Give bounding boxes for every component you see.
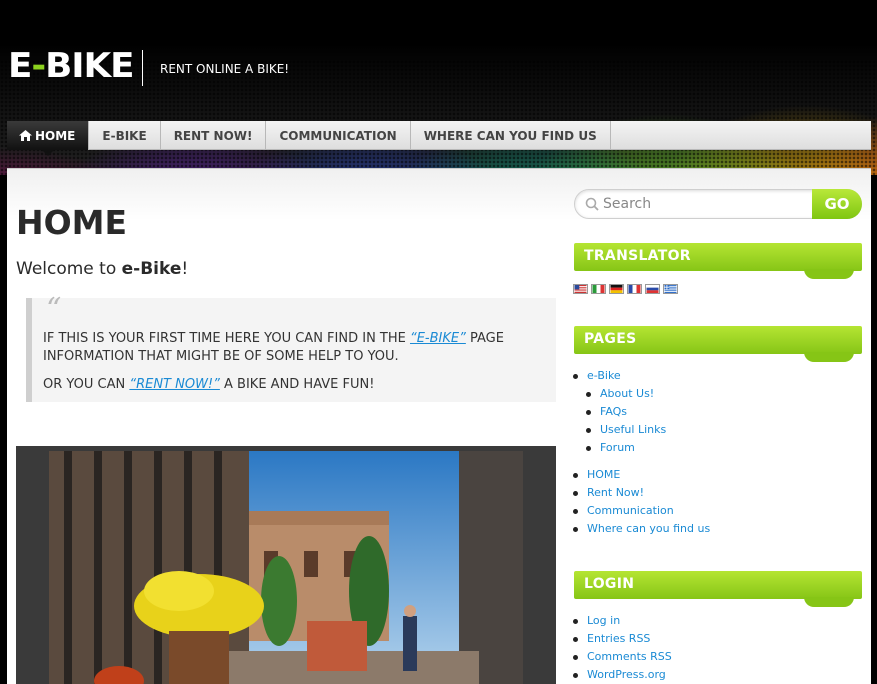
flag-german-icon[interactable] [609, 284, 624, 294]
pages-link-home[interactable]: HOME [587, 468, 620, 481]
login-links-list: Log in Entries RSS Comments RSS WordPres… [573, 612, 672, 684]
flag-italian-icon[interactable] [591, 284, 606, 294]
widget-title-tab [804, 352, 854, 362]
nav-item-home[interactable]: HOME [7, 121, 90, 156]
list-item[interactable]: HOME [573, 466, 710, 484]
list-item[interactable]: e-Bike [573, 367, 710, 385]
list-item[interactable]: FAQs [573, 403, 710, 421]
page-title: HOME [16, 203, 128, 242]
login-link[interactable]: Log in [587, 614, 620, 627]
pages-link-forum[interactable]: Forum [600, 441, 635, 454]
pages-link-useful[interactable]: Useful Links [600, 423, 666, 436]
rent-now-link[interactable]: “RENT NOW!” [129, 377, 220, 392]
quote-paragraph-1: IF THIS IS YOUR FIRST TIME HERE YOU CAN … [43, 330, 533, 366]
list-item[interactable]: Log in [573, 612, 672, 630]
nav-item-ebike-label: E-BIKE [102, 128, 147, 143]
intro-blockquote: “ IF THIS IS YOUR FIRST TIME HERE YOU CA… [26, 292, 556, 402]
site-logo[interactable]: E-BIKE [8, 46, 135, 86]
list-item[interactable]: Entries RSS [573, 630, 672, 648]
page-content: HOME Welcome to e-Bike! “ IF THIS IS YOU… [7, 168, 871, 684]
pages-link-ebike[interactable]: e-Bike [587, 369, 621, 382]
login-widget-title: LOGIN [574, 571, 862, 607]
quote-p2-text-before: OR YOU CAN [43, 377, 130, 392]
quote-p2-text-after: A BIKE AND HAVE FUN! [219, 377, 375, 392]
list-item[interactable]: Comments RSS [573, 648, 672, 666]
widget-title-tab [804, 269, 854, 279]
site-tagline: RENT ONLINE A BIKE! [160, 62, 290, 76]
welcome-suffix: ! [181, 259, 189, 279]
logo-dash: - [31, 46, 46, 86]
featured-photo [49, 451, 523, 684]
list-item[interactable]: WordPress.org [573, 666, 672, 684]
ebike-page-link[interactable]: “E-BIKE” [410, 331, 466, 346]
quote-mark-icon: “ [46, 292, 62, 327]
quote-p1-text-before: IF THIS IS YOUR FIRST TIME HERE YOU CAN … [43, 331, 410, 346]
translator-title-text: TRANSLATOR [584, 248, 691, 264]
flag-greek-icon[interactable] [663, 284, 678, 294]
search-input[interactable] [603, 195, 803, 213]
active-nav-arrow-icon [42, 150, 54, 156]
nav-item-home-label: HOME [35, 128, 76, 143]
pages-list: e-Bike About Us! FAQs Useful Links Forum… [573, 367, 710, 538]
list-item[interactable]: Rent Now! [573, 484, 710, 502]
search-box: GO [574, 189, 862, 219]
pages-title-text: PAGES [584, 331, 637, 347]
pages-link-where[interactable]: Where can you find us [587, 522, 710, 535]
login-title-text: LOGIN [584, 576, 635, 592]
pages-link-rent[interactable]: Rent Now! [587, 486, 644, 499]
list-item[interactable]: Forum [573, 439, 710, 457]
main-nav: HOME E-BIKE RENT NOW! COMMUNICATION WHER… [7, 121, 871, 156]
list-item[interactable]: Useful Links [573, 421, 710, 439]
home-icon [19, 130, 32, 141]
nav-item-communication-label: COMMUNICATION [279, 128, 397, 143]
logo-divider [142, 50, 143, 86]
entries-rss-link[interactable]: Entries RSS [587, 632, 650, 645]
nav-item-where-find-us-label: WHERE CAN YOU FIND US [423, 128, 597, 143]
pages-link-faqs[interactable]: FAQs [600, 405, 627, 418]
list-item[interactable]: Where can you find us [573, 520, 710, 538]
nav-item-communication[interactable]: COMMUNICATION [266, 121, 411, 150]
nav-item-rent-now[interactable]: RENT NOW! [161, 121, 267, 150]
widget-title-tab [804, 597, 854, 607]
search-go-button[interactable]: GO [812, 189, 862, 219]
flag-french-icon[interactable] [627, 284, 642, 294]
search-icon [585, 197, 599, 211]
pages-widget-title: PAGES [574, 326, 862, 362]
nav-item-ebike[interactable]: E-BIKE [89, 121, 161, 150]
welcome-prefix: Welcome to [16, 259, 122, 279]
featured-photo-frame [16, 446, 556, 684]
wordpress-link[interactable]: WordPress.org [587, 668, 666, 681]
nav-item-where-find-us[interactable]: WHERE CAN YOU FIND US [411, 121, 611, 150]
pages-link-communication[interactable]: Communication [587, 504, 674, 517]
logo-text-e: E [8, 46, 32, 86]
comments-rss-link[interactable]: Comments RSS [587, 650, 672, 663]
translator-flags [573, 284, 678, 294]
translator-widget-title: TRANSLATOR [574, 243, 862, 279]
logo-text-bike: BIKE [45, 46, 134, 86]
list-item[interactable]: About Us! [573, 385, 710, 403]
welcome-brand: e-Bike [121, 259, 182, 279]
flag-english-icon[interactable] [573, 284, 588, 294]
welcome-heading: Welcome to e-Bike! [16, 259, 188, 279]
nav-item-rent-now-label: RENT NOW! [173, 128, 253, 143]
list-item[interactable]: Communication [573, 502, 710, 520]
quote-paragraph-2: OR YOU CAN “RENT NOW!” A BIKE AND HAVE F… [43, 376, 533, 394]
pages-link-about[interactable]: About Us! [600, 387, 654, 400]
flag-russian-icon[interactable] [645, 284, 660, 294]
